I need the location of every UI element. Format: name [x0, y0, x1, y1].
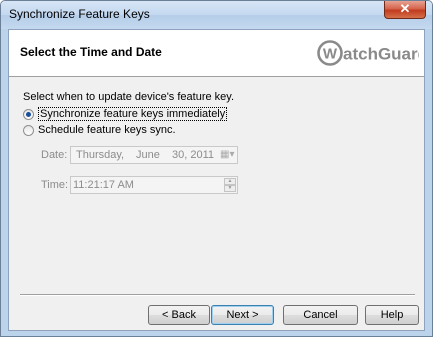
prompt-text: Select when to update device's feature k… — [23, 91, 235, 103]
logo-text: atchGuard — [343, 45, 419, 64]
watchguard-logo: W atchGuard — [317, 40, 419, 66]
date-picker[interactable]: Thursday , June 30, 2011 ▦▾ — [70, 146, 238, 164]
date-weekday: Thursday — [76, 149, 122, 161]
cancel-button[interactable]: Cancel — [283, 305, 358, 325]
next-button[interactable]: Next > — [211, 305, 274, 325]
option-sync-immediately[interactable]: Synchronize feature keys immediately — [23, 107, 228, 121]
page-title: Select the Time and Date — [20, 45, 162, 59]
close-button[interactable]: ✕ — [384, 1, 426, 19]
date-separator: , — [121, 149, 125, 161]
time-spinner[interactable]: ▲ ▼ — [224, 178, 236, 192]
close-icon: ✕ — [399, 1, 411, 16]
back-button[interactable]: < Back — [148, 305, 210, 325]
button-separator — [20, 294, 415, 296]
spin-up-icon[interactable]: ▲ — [224, 178, 236, 185]
calendar-icon[interactable]: ▦▾ — [220, 149, 234, 161]
title-bar: Synchronize Feature Keys ✕ — [1, 1, 432, 29]
option-label-schedule: Schedule feature keys sync. — [38, 124, 176, 136]
time-label: Time: — [41, 179, 69, 191]
date-month: June — [136, 149, 160, 161]
spin-down-icon[interactable]: ▼ — [224, 185, 236, 192]
option-schedule-sync[interactable]: Schedule feature keys sync. — [23, 124, 176, 136]
wizard-header: Select the Time and Date W atchGuard — [9, 30, 424, 77]
dialog-client-area: Select the Time and Date W atchGuard Sel… — [8, 29, 425, 331]
radio-sync-immediately[interactable] — [23, 108, 34, 120]
window-title: Synchronize Feature Keys — [9, 7, 150, 21]
time-picker[interactable]: 11:21:17 AM ▲ ▼ — [70, 176, 238, 194]
date-day-year: 30, 2011 — [172, 149, 215, 161]
dialog-window: Synchronize Feature Keys ✕ Select the Ti… — [0, 0, 433, 337]
option-label-immediately: Synchronize feature keys immediately — [38, 107, 228, 121]
date-label: Date: — [41, 149, 68, 161]
help-button[interactable]: Help — [365, 305, 419, 325]
radio-schedule-sync[interactable] — [23, 124, 34, 136]
time-value: 11:21:17 AM — [73, 179, 134, 191]
logo-letter: W — [323, 46, 338, 63]
